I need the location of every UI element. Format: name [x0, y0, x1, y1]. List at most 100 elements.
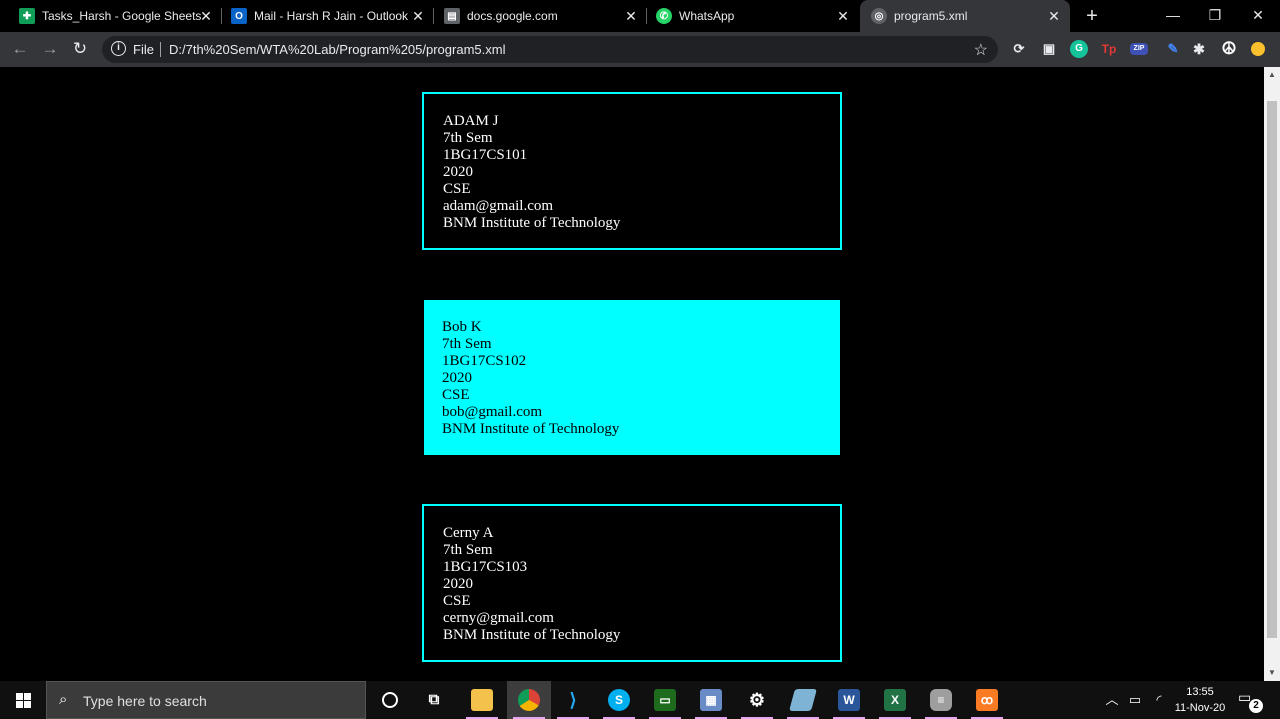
app-button[interactable]: ▦ [689, 681, 733, 719]
student-usn: 1BG17CS101 [443, 147, 528, 163]
url-text[interactable]: D:/7th%20Sem/WTA%20Lab/Program%205/progr… [169, 42, 505, 57]
battery-icon[interactable]: ▭ [1125, 681, 1145, 719]
student-branch: CSE [443, 593, 471, 609]
camera-extension-icon[interactable]: ▣ [1040, 40, 1058, 58]
settings-button[interactable]: ⚙ [735, 681, 779, 719]
scroll-thumb[interactable] [1267, 101, 1277, 638]
gear-icon: ⚙ [748, 690, 766, 710]
student-branch: CSE [442, 387, 470, 403]
student-email: cerny@gmail.com [443, 610, 554, 626]
task-view-icon: ⧉ [428, 691, 440, 708]
tab-outlook[interactable]: O Mail - Harsh R Jain - Outlook ✕ [212, 0, 434, 32]
tab-strip: ✚ Tasks_Harsh - Google Sheets ✕ O Mail -… [0, 0, 1280, 32]
xampp-button[interactable]: ꝏ [965, 681, 1009, 719]
search-icon: ⌕ [59, 691, 68, 708]
windows-taskbar: ⌕ Type here to search ⧉ ⟩ S ▭ ▦ ⚙ W X ≡ … [0, 681, 1280, 719]
search-placeholder: Type here to search [83, 693, 207, 709]
tab-whatsapp[interactable]: ✆ WhatsApp ✕ [637, 0, 859, 32]
info-icon[interactable]: i [111, 41, 126, 56]
student-card: Bob K 7th Sem 1BG17CS102 2020 CSE bob@gm… [424, 300, 840, 455]
student-sem: 7th Sem [443, 542, 493, 558]
tab-title: Mail - Harsh R Jain - Outlook [254, 9, 409, 23]
xampp-icon: ꝏ [976, 689, 998, 711]
vscode-icon: ⟩ [569, 690, 577, 710]
notes-button[interactable] [781, 681, 825, 719]
student-branch: CSE [443, 181, 471, 197]
student-card: ADAM J 7th Sem 1BG17CS101 2020 CSE adam@… [422, 92, 842, 250]
excel-button[interactable]: X [873, 681, 917, 719]
outlook-icon: O [231, 8, 247, 24]
folder-icon [471, 689, 493, 711]
profile-avatar[interactable] [1251, 42, 1265, 56]
scroll-down-arrow-icon[interactable]: ▼ [1264, 665, 1280, 681]
page-viewport: ADAM J 7th Sem 1BG17CS101 2020 CSE adam@… [0, 67, 1264, 681]
tab-title: Tasks_Harsh - Google Sheets [42, 9, 202, 23]
database-button[interactable]: ≡ [919, 681, 963, 719]
student-usn: 1BG17CS102 [442, 353, 527, 369]
browser-toolbar: ← → ↻ i File D:/7th%20Sem/WTA%20Lab/Prog… [0, 32, 1280, 67]
address-bar[interactable]: i File D:/7th%20Sem/WTA%20Lab/Program%20… [102, 36, 998, 63]
windows-logo-icon [15, 692, 31, 708]
reload-button[interactable]: ↻ [68, 38, 92, 60]
student-sem: 7th Sem [443, 130, 493, 146]
clock-date: 11-Nov-20 [1174, 702, 1226, 714]
tp-extension-icon[interactable]: Tp [1100, 40, 1118, 58]
student-year: 2020 [443, 164, 473, 180]
bookmark-star-icon[interactable]: ☆ [974, 40, 988, 60]
new-tab-button[interactable]: + [1082, 5, 1102, 27]
show-hidden-icons-chevron-icon[interactable]: ︿ [1104, 681, 1120, 719]
google-sheets-icon: ✚ [19, 8, 35, 24]
close-icon[interactable]: ✕ [410, 8, 426, 24]
tab-google-docs[interactable]: ▤ docs.google.com ✕ [425, 0, 647, 32]
peace-extension-icon[interactable]: ☮ [1220, 40, 1238, 58]
tab-program5-xml[interactable]: ◎ program5.xml ✕ [860, 0, 1070, 32]
close-window-button[interactable]: ✕ [1236, 0, 1280, 32]
student-email: bob@gmail.com [442, 404, 543, 420]
student-name: Cerny A [443, 525, 494, 541]
student-email: adam@gmail.com [443, 198, 554, 214]
database-icon: ≡ [930, 689, 952, 711]
file-explorer-button[interactable] [460, 681, 504, 719]
taskbar-search-box[interactable]: ⌕ Type here to search [46, 681, 366, 719]
student-college: BNM Institute of Technology [442, 421, 620, 437]
restore-button[interactable]: ❐ [1193, 0, 1237, 32]
wifi-icon[interactable]: ◜ [1150, 681, 1168, 719]
close-icon[interactable]: ✕ [1046, 8, 1062, 24]
documents-icon: ▦ [700, 689, 722, 711]
globe-icon: ◎ [871, 8, 887, 24]
forward-button[interactable]: → [38, 38, 62, 60]
vertical-scrollbar[interactable]: ▲ ▼ [1264, 67, 1280, 681]
chrome-button[interactable] [507, 681, 551, 719]
student-year: 2020 [442, 370, 472, 386]
pen-extension-icon[interactable]: ✎ [1164, 40, 1182, 58]
taskbar-clock[interactable]: 13:55 11-Nov-20 [1168, 684, 1232, 716]
task-view-button[interactable]: ⧉ [412, 681, 456, 719]
cortana-button[interactable] [368, 681, 412, 719]
cast-extension-icon[interactable]: ⟳ [1010, 40, 1028, 58]
grammarly-extension-icon[interactable]: G [1070, 40, 1088, 58]
tab-title: program5.xml [894, 9, 968, 23]
clock-time: 13:55 [1186, 686, 1214, 698]
word-button[interactable]: W [827, 681, 871, 719]
google-docs-icon: ▤ [444, 8, 460, 24]
scheme-label: File [133, 42, 154, 57]
excel-icon: X [884, 689, 906, 711]
terminal-icon: ▭ [654, 689, 676, 711]
student-name: ADAM J [443, 113, 499, 129]
tab-title: docs.google.com [467, 9, 558, 23]
minimize-button[interactable]: — [1151, 0, 1195, 32]
puzzle-extensions-icon[interactable]: ✱ [1190, 40, 1208, 58]
student-sem: 7th Sem [442, 336, 492, 352]
back-button[interactable]: ← [8, 38, 32, 60]
cortana-circle-icon [382, 692, 398, 708]
terminal-button[interactable]: ▭ [643, 681, 687, 719]
whatsapp-icon: ✆ [656, 8, 672, 24]
start-button[interactable] [0, 681, 46, 719]
close-icon[interactable]: ✕ [835, 8, 851, 24]
zip-extension-icon[interactable]: ZIP [1130, 43, 1148, 55]
skype-button[interactable]: S [597, 681, 641, 719]
vscode-button[interactable]: ⟩ [551, 681, 595, 719]
scroll-up-arrow-icon[interactable]: ▲ [1264, 67, 1280, 83]
student-year: 2020 [443, 576, 473, 592]
tab-google-sheets[interactable]: ✚ Tasks_Harsh - Google Sheets ✕ [0, 0, 222, 32]
